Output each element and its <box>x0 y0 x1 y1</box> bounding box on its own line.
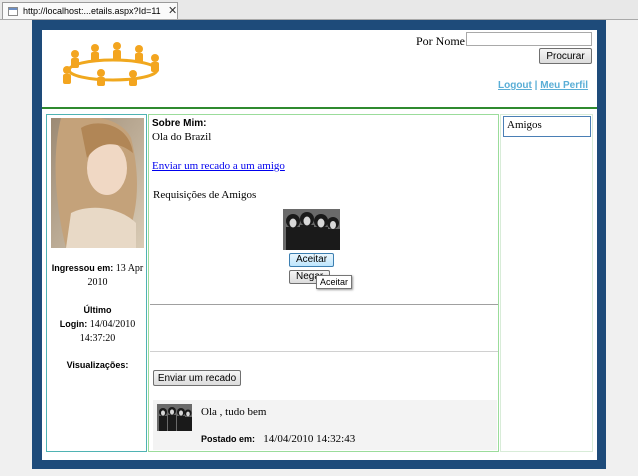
page-content: Por Nome: Procurar Logout | Meu Perfil I… <box>42 30 597 460</box>
posted-value: 14/04/2010 14:32:43 <box>263 433 356 445</box>
search-button[interactable]: Procurar <box>539 48 592 64</box>
views-label: Visualizações: <box>66 360 129 370</box>
posted-label: Postado em: <box>201 434 256 444</box>
last-login-info: Último Login: 14/04/2010 14:37:20 <box>47 303 148 346</box>
divider <box>150 304 498 305</box>
friend-requests-title: Requisições de Amigos <box>153 189 257 201</box>
tab-title: http://localhost:...etails.aspx?Id=11 <box>23 6 161 16</box>
top-links: Logout | Meu Perfil <box>498 80 588 91</box>
my-profile-link[interactable]: Meu Perfil <box>540 80 588 91</box>
profile-photo <box>51 118 144 248</box>
logo-icon <box>55 40 172 87</box>
link-separator: | <box>531 80 541 91</box>
friends-column: Amigos <box>500 114 593 452</box>
close-tab-icon[interactable]: ✕ <box>168 4 177 17</box>
accept-button[interactable]: Aceitar <box>289 253 334 267</box>
logout-link[interactable]: Logout <box>498 80 532 91</box>
browser-tab-strip: http://localhost:...etails.aspx?Id=11 ✕ <box>0 0 638 20</box>
main-column: Sobre Mim: Ola do Brazil Enviar um recad… <box>148 114 499 452</box>
send-message-link[interactable]: Enviar um recado a um amigo <box>152 160 285 172</box>
scrap-text: Ola , tudo bem <box>201 406 267 418</box>
scrap-meta: Postado em: 14/04/2010 14:32:43 <box>201 433 355 445</box>
page-favicon-icon <box>8 7 18 16</box>
friend-request-photo <box>283 209 340 250</box>
tooltip: Aceitar <box>316 275 352 289</box>
last-login-label-2: Login: <box>59 319 88 329</box>
header-divider <box>42 107 597 109</box>
friends-title: Amigos <box>503 116 591 137</box>
search-input[interactable] <box>466 32 592 46</box>
joined-label: Ingressou em: <box>51 263 114 273</box>
scrap-item: Ola , tudo bem Postado em: 14/04/2010 14… <box>153 400 497 450</box>
browser-tab[interactable]: http://localhost:...etails.aspx?Id=11 ✕ <box>2 2 178 19</box>
page-frame: Por Nome: Procurar Logout | Meu Perfil I… <box>32 20 606 469</box>
send-scrap-button[interactable]: Enviar um recado <box>153 370 241 386</box>
joined-info: Ingressou em: 13 Apr 2010 <box>47 261 148 290</box>
last-login-value: 14/04/2010 14:37:20 <box>79 319 136 344</box>
search-label: Por Nome: <box>416 34 469 48</box>
last-login-label: Último <box>83 305 112 315</box>
about-text: Ola do Brazil <box>152 131 212 143</box>
scrap-author-photo <box>157 404 192 431</box>
divider <box>150 351 498 352</box>
profile-column: Ingressou em: 13 Apr 2010 Último Login: … <box>46 114 147 452</box>
about-heading: Sobre Mim: <box>152 118 207 129</box>
